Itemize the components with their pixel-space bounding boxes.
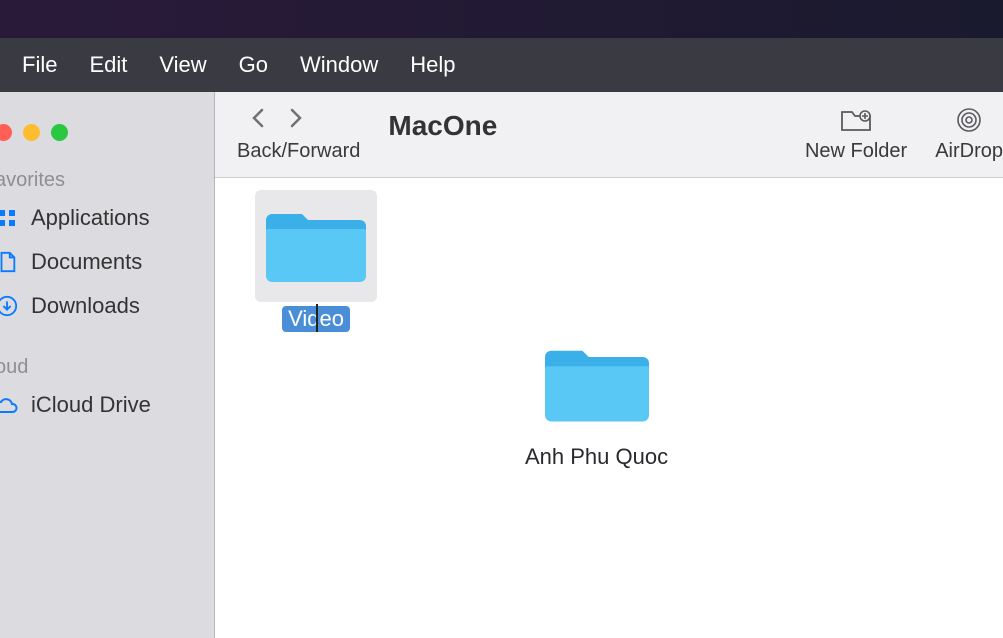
folder-name-edit[interactable]: Video xyxy=(282,306,350,332)
sidebar-item-label: Applications xyxy=(31,205,150,231)
menu-file[interactable]: File xyxy=(22,52,57,78)
new-folder-icon xyxy=(840,106,872,134)
sidebar-item-label: Downloads xyxy=(31,293,140,319)
sidebar-item-label: iCloud Drive xyxy=(31,392,151,418)
sidebar: avorites Applications Documents Download… xyxy=(0,92,215,638)
menu-help[interactable]: Help xyxy=(410,52,455,78)
cloud-icon xyxy=(0,393,19,417)
icons-area[interactable]: Video Anh Phu Quoc xyxy=(215,178,1003,638)
folder-anh-phu-quoc[interactable]: Anh Phu Quoc xyxy=(525,328,668,470)
folder-name[interactable]: Anh Phu Quoc xyxy=(525,444,668,470)
nav-group: Back/Forward xyxy=(237,107,360,163)
sidebar-item-icloud[interactable]: iCloud Drive xyxy=(0,383,214,427)
back-button[interactable] xyxy=(251,107,265,134)
airdrop-button[interactable]: AirDrop xyxy=(935,106,1003,163)
maximize-button[interactable] xyxy=(51,124,68,141)
menubar: File Edit View Go Window Help xyxy=(0,38,1003,92)
forward-button[interactable] xyxy=(289,107,303,134)
toolbar-btn-label: AirDrop xyxy=(935,140,1003,163)
sidebar-item-applications[interactable]: Applications xyxy=(0,196,214,240)
window-title: MacOne xyxy=(388,110,497,142)
sidebar-section-icloud: oud xyxy=(0,352,214,383)
finder-window: avorites Applications Documents Download… xyxy=(0,92,1003,638)
folder-icon xyxy=(545,342,649,426)
applications-icon xyxy=(0,206,19,230)
menu-edit[interactable]: Edit xyxy=(89,52,127,78)
sidebar-item-documents[interactable]: Documents xyxy=(0,240,214,284)
folder-icon-wrap xyxy=(536,328,658,440)
folder-icon xyxy=(266,206,366,286)
minimize-button[interactable] xyxy=(23,124,40,141)
toolbar-btn-label: New Folder xyxy=(805,140,907,163)
folder-video[interactable]: Video xyxy=(255,190,377,332)
menu-go[interactable]: Go xyxy=(239,52,268,78)
sidebar-section-favorites: avorites xyxy=(0,165,214,196)
nav-label: Back/Forward xyxy=(237,140,360,163)
download-icon xyxy=(0,294,19,318)
close-button[interactable] xyxy=(0,124,12,141)
text-cursor xyxy=(316,304,318,332)
menu-window[interactable]: Window xyxy=(300,52,378,78)
sidebar-item-downloads[interactable]: Downloads xyxy=(0,284,214,328)
airdrop-icon xyxy=(955,106,983,134)
toolbar: Back/Forward MacOne New Folder AirDrop xyxy=(215,92,1003,178)
folder-icon-wrap xyxy=(255,190,377,302)
desktop-background xyxy=(0,0,1003,38)
document-icon xyxy=(0,250,19,274)
new-folder-button[interactable]: New Folder xyxy=(805,106,907,163)
window-controls xyxy=(0,124,214,165)
menu-view[interactable]: View xyxy=(159,52,206,78)
content-area: Back/Forward MacOne New Folder AirDrop xyxy=(215,92,1003,638)
sidebar-item-label: Documents xyxy=(31,249,142,275)
